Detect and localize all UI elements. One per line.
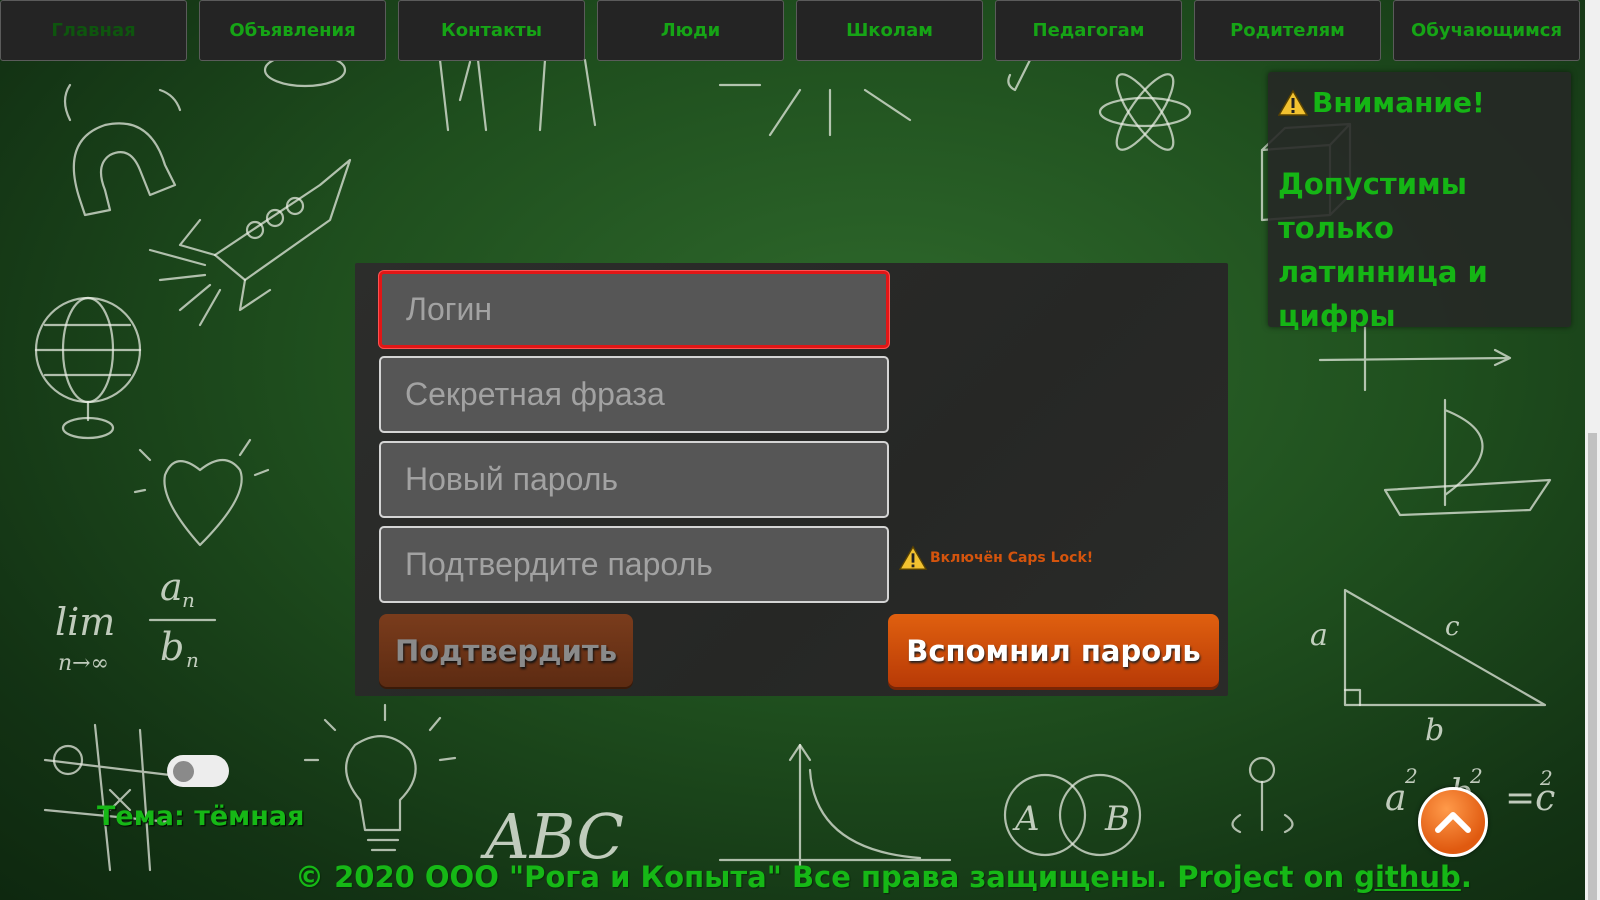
attention-title: Внимание! (1278, 86, 1485, 119)
attention-box: Внимание! Допустимы только латинница и ц… (1268, 72, 1571, 333)
warning-icon (1278, 89, 1308, 116)
svg-text:A: A (1012, 799, 1040, 839)
nav-contacts[interactable]: Контакты (398, 0, 585, 61)
theme-label: Тема: тёмная (97, 801, 305, 832)
svg-text:lim: lim (55, 600, 115, 644)
attention-title-text: Внимание! (1312, 86, 1485, 119)
password-form: Включён Caps Lock! Подтвердить Вспомнил … (355, 263, 1228, 696)
login-input[interactable] (379, 271, 889, 348)
scroll-top-button[interactable] (1418, 787, 1488, 857)
svg-text:2: 2 (1469, 764, 1483, 788)
scrollbar[interactable] (1585, 0, 1600, 900)
nav-teachers[interactable]: Педагогам (995, 0, 1182, 61)
footer-text: © 2020 ООО "Рога и Копыта" Все права защ… (295, 860, 1355, 894)
nav-home[interactable]: Главная (0, 0, 187, 61)
theme-toggle[interactable] (167, 755, 229, 787)
svg-text:b: b (160, 625, 184, 669)
nav-students[interactable]: Обучающимся (1393, 0, 1580, 61)
toggle-knob (173, 761, 194, 782)
confirm-password-input[interactable] (379, 526, 889, 603)
caps-lock-warning: Включён Caps Lock! (899, 545, 1093, 571)
attention-body: Допустимы только латинница и цифры (1278, 167, 1488, 333)
svg-text:a: a (1310, 618, 1328, 653)
svg-text:c: c (1445, 612, 1460, 642)
scrollbar-thumb[interactable] (1588, 433, 1597, 900)
github-link[interactable]: github (1354, 860, 1461, 894)
caps-lock-text: Включён Caps Lock! (930, 550, 1094, 566)
nav-parents[interactable]: Родителям (1194, 0, 1381, 61)
svg-text:a: a (160, 565, 183, 609)
footer: © 2020 ООО "Рога и Копыта" Все права защ… (295, 860, 1472, 894)
nav-people[interactable]: Люди (597, 0, 784, 61)
chevron-up-icon (1435, 812, 1471, 833)
svg-text:b: b (1425, 713, 1444, 748)
svg-text:a: a (1385, 778, 1406, 819)
svg-text:B: B (1104, 799, 1130, 839)
remember-password-button[interactable]: Вспомнил пароль (888, 614, 1219, 687)
svg-text:n→∞: n→∞ (58, 651, 109, 676)
svg-text:n: n (186, 648, 199, 672)
new-password-input[interactable] (379, 441, 889, 518)
secret-phrase-input[interactable] (379, 356, 889, 433)
main-nav: Главная Объявления Контакты Люди Школам … (0, 0, 1585, 63)
warning-icon (899, 545, 927, 570)
svg-text:2: 2 (1539, 766, 1553, 790)
svg-text:2: 2 (1404, 764, 1418, 788)
nav-announcements[interactable]: Объявления (199, 0, 386, 61)
svg-text:n: n (182, 588, 195, 612)
svg-text:=c: =c (1505, 778, 1555, 819)
nav-schools[interactable]: Школам (796, 0, 983, 61)
submit-button[interactable]: Подтвердить (379, 614, 633, 687)
footer-suffix: . (1460, 860, 1472, 894)
